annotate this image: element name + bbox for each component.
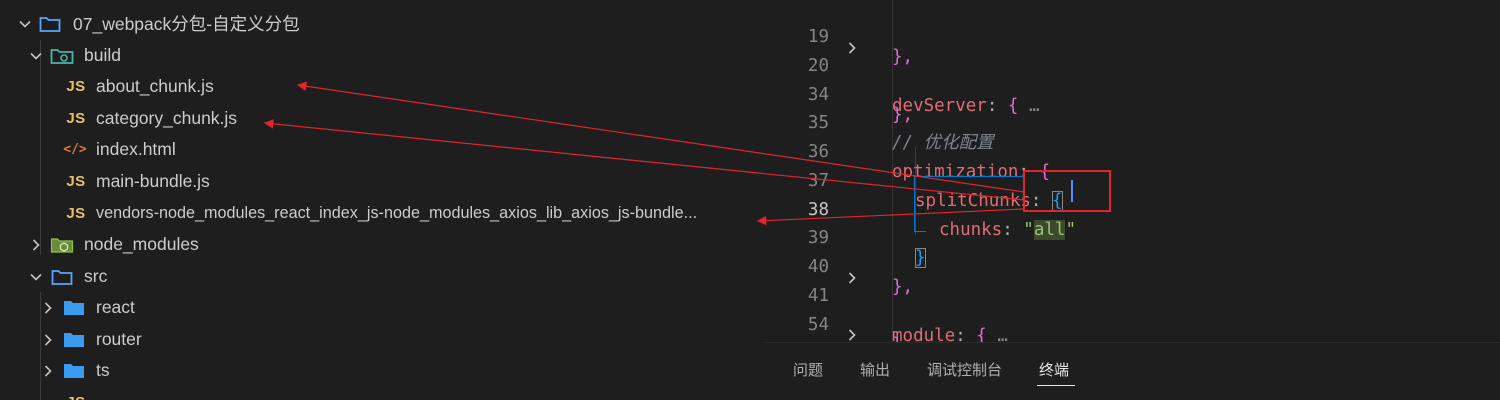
tree-item-label: build xyxy=(84,45,121,65)
html-file-icon: </> xyxy=(63,142,87,157)
code-line[interactable]: 36 optimization: { xyxy=(765,118,1500,182)
tree-item-label: 07_webpack分包-自定义分包 xyxy=(73,14,300,34)
folder-icon xyxy=(62,330,86,350)
tree-item-file[interactable]: JS about_chunk.js xyxy=(0,71,765,102)
js-file-icon: JS xyxy=(66,110,86,127)
tree-item-src-folder[interactable]: src xyxy=(0,261,765,292)
tree-item-file[interactable]: JS main-bundle.js xyxy=(0,166,765,197)
code-line[interactable]: 35 // 优化配置 xyxy=(765,89,1500,153)
tree-item-label: ts xyxy=(96,360,110,380)
tree-item-react-folder[interactable]: react xyxy=(0,292,765,323)
tree-item-router-folder[interactable]: router xyxy=(0,324,765,355)
code-line[interactable]: 54 }, xyxy=(765,291,1500,342)
chevron-right-icon[interactable] xyxy=(41,301,55,315)
code-line[interactable]: 37 splitChunks: { xyxy=(765,147,1500,211)
tree-item-label: vendors-node_modules_react_index_js-node… xyxy=(96,204,698,222)
fold-chevron-right-icon[interactable] xyxy=(845,327,859,341)
code-line-active[interactable]: 38 chunks: "all" xyxy=(765,176,1500,240)
folder-build-icon xyxy=(50,46,74,66)
code-editor[interactable]: 19 }, 20 devServer: { … 34 }, 35 // 优化配置… xyxy=(765,0,1500,342)
code-line[interactable]: 19 }, xyxy=(765,3,1500,67)
active-tab-indicator xyxy=(1037,385,1075,386)
code-line[interactable]: 55 plugins: [ … xyxy=(765,319,1500,342)
tree-item-label: index.html xyxy=(96,139,176,159)
tree-item-file[interactable]: JS category_chunk.js xyxy=(0,103,765,134)
folder-node-icon xyxy=(50,235,74,255)
tree-item-file-partial[interactable]: JS xyxy=(0,387,765,400)
tree-item-label: about_chunk.js xyxy=(96,76,214,96)
folder-icon xyxy=(62,361,86,381)
folder-icon xyxy=(50,267,74,287)
chevron-down-icon[interactable] xyxy=(18,17,32,31)
bracket-pair-highlight xyxy=(914,176,1024,177)
chevron-right-icon[interactable] xyxy=(41,333,55,347)
js-file-icon: JS xyxy=(66,205,86,222)
fold-chevron-right-icon[interactable] xyxy=(845,270,859,284)
tree-item-project-folder[interactable]: 07_webpack分包-自定义分包 xyxy=(0,8,765,39)
panel-tab-terminal[interactable]: 终端 xyxy=(1039,359,1069,380)
tree-item-label: main-bundle.js xyxy=(96,171,210,191)
code-line[interactable]: 41 module: { … xyxy=(765,262,1500,342)
panel-tab-debug-console[interactable]: 调试控制台 xyxy=(927,359,1002,380)
tree-item-label: src xyxy=(84,266,108,286)
tree-item-label: node_modules xyxy=(84,234,199,254)
chevron-down-icon[interactable] xyxy=(29,270,43,284)
chevron-right-icon[interactable] xyxy=(41,364,55,378)
tree-item-ts-folder[interactable]: ts xyxy=(0,355,765,386)
bracket-pair-highlight xyxy=(914,176,926,232)
code-line[interactable]: 34 }, xyxy=(765,61,1500,125)
chevron-down-icon[interactable] xyxy=(29,49,43,63)
text-cursor xyxy=(1071,180,1073,202)
tree-item-file[interactable]: </> index.html xyxy=(0,134,765,165)
code-line[interactable]: 20 devServer: { … xyxy=(765,32,1500,116)
tree-item-build-folder[interactable]: build xyxy=(0,40,765,71)
tree-item-label: category_chunk.js xyxy=(96,108,238,128)
js-file-icon: JS xyxy=(64,393,88,400)
chevron-right-icon[interactable] xyxy=(29,238,43,252)
tree-item-node-modules-folder[interactable]: node_modules xyxy=(0,229,765,260)
tree-item-file[interactable]: JS vendors-node_modules_react_index_js-n… xyxy=(0,198,765,229)
code-line[interactable]: 40 }, xyxy=(765,233,1500,297)
file-explorer: 07_webpack分包-自定义分包 build JS about_chunk.… xyxy=(0,0,765,400)
folder-icon xyxy=(62,298,86,318)
tree-item-label: router xyxy=(96,329,142,349)
panel-tab-problems[interactable]: 问题 xyxy=(793,359,823,380)
panel-tab-output[interactable]: 输出 xyxy=(860,359,890,380)
js-file-icon: JS xyxy=(66,78,86,95)
tree-item-label: react xyxy=(96,297,135,317)
folder-icon xyxy=(38,14,62,34)
code-line[interactable]: 39 } xyxy=(765,204,1500,268)
bottom-panel: 问题 输出 调试控制台 终端 xyxy=(765,342,1500,400)
fold-chevron-right-icon[interactable] xyxy=(845,40,859,54)
js-file-icon: JS xyxy=(66,173,86,190)
